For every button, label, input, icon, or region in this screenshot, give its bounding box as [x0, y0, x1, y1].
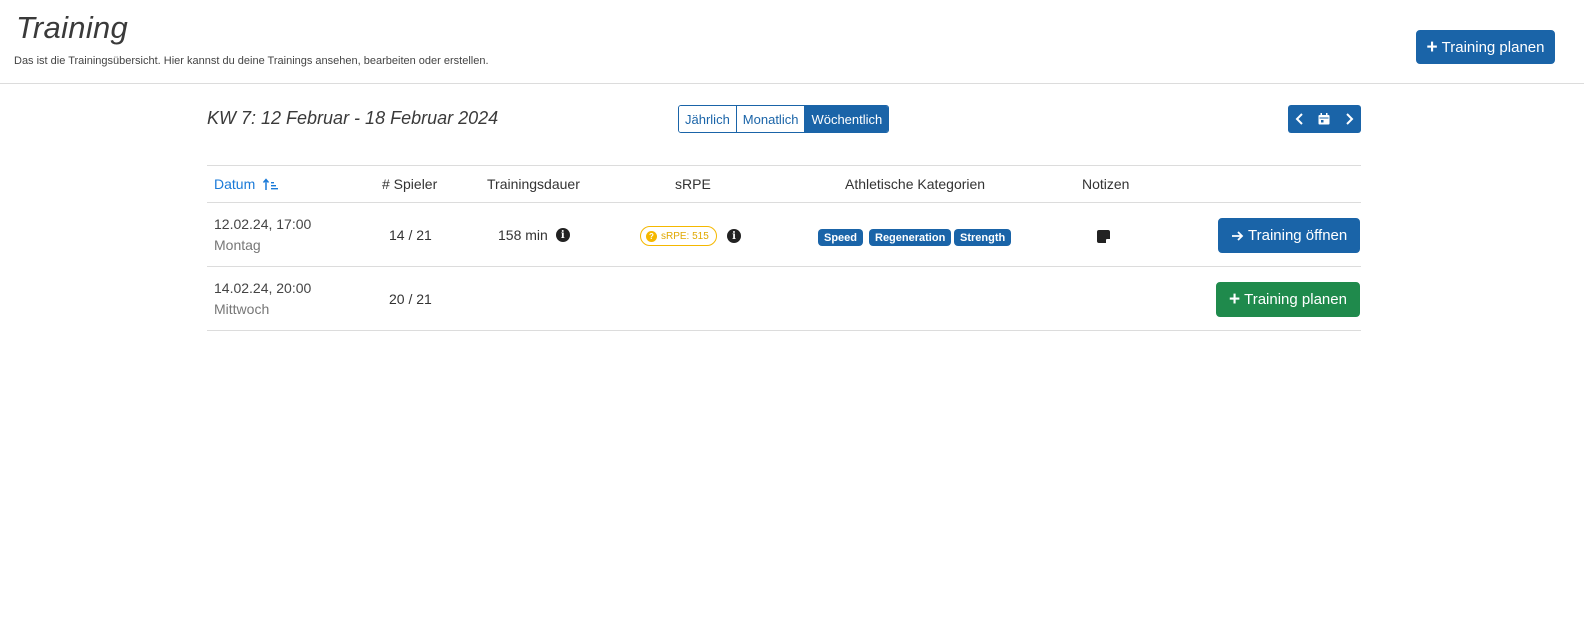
plan-training-label: Training planen [1441, 38, 1545, 56]
plus-icon: + [1426, 36, 1438, 58]
page-subtitle: Das ist die Trainingsübersicht. Hier kan… [14, 55, 489, 67]
view-mode-switch: Jährlich Monatlich Wöchentlich [678, 105, 890, 133]
column-header-duration: Trainingsdauer [487, 176, 580, 192]
plan-training-row-label: Training planen [1244, 291, 1347, 308]
table-row: 14.02.24, 20:00 Mittwoch 20 / 21 + Train… [207, 267, 1361, 331]
note-icon[interactable] [1097, 230, 1110, 243]
training-date: 12.02.24, 17:00 [214, 216, 312, 232]
page-title: Training [16, 10, 129, 45]
column-header-notes: Notizen [1082, 176, 1130, 192]
open-training-button[interactable]: Training öffnen [1218, 218, 1361, 253]
table-row: 12.02.24, 17:00 Montag 14 / 21 158 min i… [207, 203, 1361, 267]
category-tag: Regeneration [869, 229, 952, 246]
chevron-left-icon [1295, 113, 1303, 125]
info-icon[interactable]: i [555, 228, 570, 242]
training-table: Datum # Spieler Trainingsdauer sRPE Athl… [207, 165, 1361, 331]
plan-training-row-button[interactable]: + Training planen [1216, 282, 1360, 317]
column-header-players: # Spieler [382, 176, 438, 192]
week-navigation [1288, 105, 1361, 133]
chevron-right-icon [1346, 113, 1354, 125]
player-count: 14 / 21 [389, 227, 432, 243]
srpe-badge: ? sRPE: 515 [640, 226, 717, 246]
category-tag: Strength [954, 229, 1012, 246]
view-yearly-button[interactable]: Jährlich [679, 106, 737, 132]
arrow-right-icon [1232, 230, 1244, 241]
week-range-title: KW 7: 12 Februar - 18 Februar 2024 [207, 108, 499, 128]
table-header: Datum # Spieler Trainingsdauer sRPE Athl… [207, 165, 1361, 203]
training-weekday: Mittwoch [214, 301, 270, 317]
category-tag: Speed [818, 229, 864, 246]
info-icon[interactable]: i [727, 229, 741, 243]
plan-training-button[interactable]: + Training planen [1416, 30, 1555, 64]
training-date: 14.02.24, 20:00 [214, 280, 312, 296]
question-icon: ? [646, 230, 657, 242]
view-monthly-button[interactable]: Monatlich [736, 106, 806, 132]
view-weekly-button[interactable]: Wöchentlich [805, 106, 889, 132]
calendar-icon [1318, 113, 1330, 125]
previous-week-button[interactable] [1288, 105, 1312, 133]
column-header-date[interactable]: Datum [214, 176, 279, 192]
player-count: 20 / 21 [389, 291, 432, 307]
column-header-date-label: Datum [214, 176, 256, 192]
calendar-button[interactable] [1312, 105, 1336, 133]
training-duration-cell: 158 min i [498, 227, 570, 243]
next-week-button[interactable] [1337, 105, 1361, 133]
column-header-categories: Athletische Kategorien [845, 176, 986, 192]
sort-ascending-icon [263, 177, 279, 190]
training-weekday: Montag [214, 237, 261, 253]
srpe-value: sRPE: 515 [661, 230, 709, 242]
column-header-srpe: sRPE [675, 176, 711, 192]
plus-icon: + [1229, 289, 1241, 310]
open-training-label: Training öffnen [1248, 227, 1348, 244]
page-header: Training Das ist die Trainingsübersicht.… [0, 0, 1584, 84]
training-duration: 158 min [498, 227, 548, 243]
